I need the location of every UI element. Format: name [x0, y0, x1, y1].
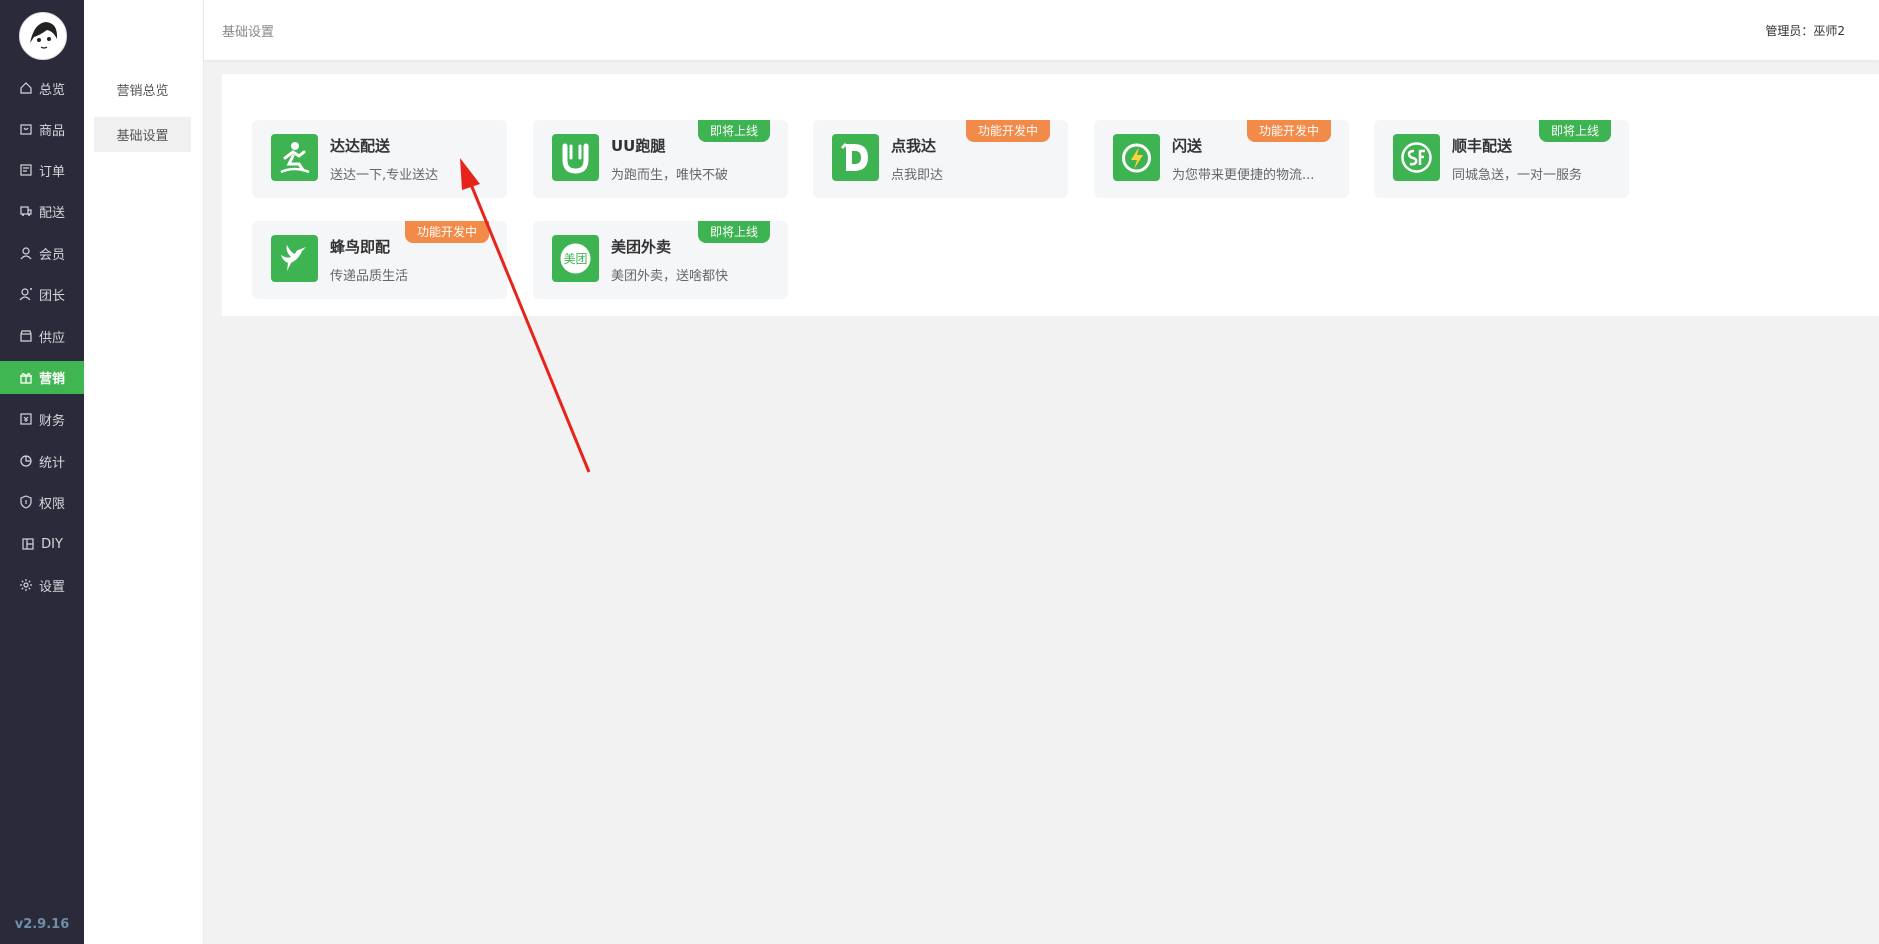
sidebar-item-finance[interactable]: 财务 — [0, 402, 84, 436]
card-description: 为跑而生，唯快不破 — [611, 168, 729, 183]
card-description: 传递品质生活 — [330, 269, 409, 284]
sidebar-item-label: 配送 — [38, 205, 65, 221]
status-badge: 即将上线 — [697, 221, 770, 243]
sidebar-item-label: 统计 — [38, 455, 65, 471]
status-badge: 功能开发中 — [965, 120, 1050, 142]
sidebar-item-permissions[interactable]: 权限 — [0, 485, 84, 519]
sub-navigation: 营销总览 基础设置 — [84, 0, 204, 944]
admin-label: 管理员： — [1765, 24, 1814, 38]
shansong-logo-icon — [1113, 134, 1160, 181]
sidebar-item-label: 供应 — [38, 330, 65, 346]
sidebar-item-members[interactable]: 会员 — [0, 236, 84, 270]
card-description: 送达一下,专业送达 — [330, 168, 439, 183]
admin-name: 巫师2 — [1813, 24, 1845, 38]
sidebar-item-label: 权限 — [38, 496, 65, 512]
card-dada-delivery[interactable]: 达达配送 送达一下,专业送达 — [252, 120, 507, 198]
avatar[interactable] — [19, 12, 67, 60]
sidebar-item-orders[interactable]: 订单 — [0, 153, 84, 187]
sidebar-item-label: 订单 — [38, 164, 65, 180]
card-shansong[interactable]: 闪送 为您带来更便捷的物流... 功能开发中 — [1094, 120, 1349, 198]
delivery-settings-panel: 达达配送 送达一下,专业送达 UU跑腿 为跑而生，唯快不破 即将上线 点我达 点… — [222, 74, 1879, 316]
sidebar-item-label: 团长 — [38, 288, 65, 304]
uu-logo-icon — [552, 134, 599, 181]
card-fengniao-delivery[interactable]: 蜂鸟即配 传递品质生活 功能开发中 — [252, 221, 507, 299]
dianwoda-logo-icon — [832, 134, 879, 181]
card-description: 点我即达 — [891, 168, 944, 183]
pie-chart-icon — [19, 454, 33, 468]
sidebar-item-diy[interactable]: DIY — [0, 527, 84, 561]
meituan-logo-icon: 美团 — [552, 235, 599, 282]
order-icon — [19, 163, 33, 177]
fengniao-logo-icon — [271, 235, 318, 282]
sidebar-item-leaders[interactable]: 团长 — [0, 277, 84, 311]
card-title: 闪送 — [1172, 137, 1203, 155]
sidebar-item-statistics[interactable]: 统计 — [0, 444, 84, 478]
finance-icon — [19, 412, 33, 426]
subnav-item-marketing-overview[interactable]: 营销总览 — [94, 72, 191, 107]
sf-logo-icon — [1393, 134, 1440, 181]
delivery-icon — [19, 204, 33, 218]
supply-icon — [19, 329, 33, 343]
main-sidebar: 总览 商品 订单 配送 会员 团长 供应 营销 财务 统计 权限 DIY 设置 … — [0, 0, 84, 944]
card-description: 同城急送，一对一服务 — [1452, 168, 1583, 183]
sidebar-item-settings[interactable]: 设置 — [0, 568, 84, 602]
sidebar-item-label: 营销 — [38, 372, 65, 387]
card-dianwoda[interactable]: 点我达 点我即达 功能开发中 — [813, 120, 1068, 198]
sidebar-item-label: 会员 — [38, 247, 65, 263]
sidebar-item-label: 总览 — [38, 82, 65, 98]
subnav-item-label: 基础设置 — [116, 129, 169, 144]
admin-info[interactable]: 管理员：巫师2 — [1765, 22, 1845, 39]
card-title: 蜂鸟即配 — [330, 238, 391, 256]
card-description: 美团外卖，送啥都快 — [611, 269, 729, 284]
card-uu-errand[interactable]: UU跑腿 为跑而生，唯快不破 即将上线 — [533, 120, 788, 198]
subnav-item-label: 营销总览 — [116, 84, 169, 99]
goods-icon — [19, 122, 33, 136]
top-header: 基础设置 管理员：巫师2 — [204, 0, 1879, 60]
card-sf-delivery[interactable]: 顺丰配送 同城急送，一对一服务 即将上线 — [1374, 120, 1629, 198]
sidebar-item-goods[interactable]: 商品 — [0, 112, 84, 146]
sidebar-item-supply[interactable]: 供应 — [0, 319, 84, 353]
dada-logo-icon — [271, 134, 318, 181]
shield-icon — [19, 495, 33, 509]
layout-icon — [21, 537, 35, 551]
card-title: 美团外卖 — [611, 238, 672, 256]
sidebar-item-marketing[interactable]: 营销 — [0, 361, 84, 394]
leader-icon — [19, 287, 33, 301]
status-badge: 功能开发中 — [1246, 120, 1331, 142]
card-title: 顺丰配送 — [1452, 137, 1513, 155]
subnav-item-basic-settings[interactable]: 基础设置 — [94, 117, 191, 152]
status-badge: 即将上线 — [697, 120, 770, 142]
sidebar-item-label: 财务 — [38, 413, 65, 429]
sidebar-item-label: DIY — [41, 536, 63, 552]
sidebar-item-label: 设置 — [38, 579, 65, 595]
status-badge: 功能开发中 — [404, 221, 489, 243]
card-meituan-waimai[interactable]: 美团 美团外卖 美团外卖，送啥都快 即将上线 — [533, 221, 788, 299]
meituan-icon-text: 美团 — [563, 252, 587, 266]
sidebar-item-overview[interactable]: 总览 — [0, 71, 84, 105]
member-icon — [19, 246, 33, 260]
sidebar-item-delivery[interactable]: 配送 — [0, 194, 84, 228]
status-badge: 即将上线 — [1538, 120, 1611, 142]
card-title: UU跑腿 — [611, 137, 666, 155]
sidebar-item-label: 商品 — [38, 123, 65, 139]
card-title: 点我达 — [891, 137, 937, 155]
card-description: 为您带来更便捷的物流... — [1172, 168, 1315, 183]
version-label: v2.9.16 — [14, 917, 70, 932]
breadcrumb: 基础设置 — [222, 25, 275, 40]
home-icon — [19, 81, 33, 95]
card-title: 达达配送 — [330, 137, 391, 155]
gift-icon — [19, 371, 33, 385]
gear-icon — [19, 578, 33, 592]
